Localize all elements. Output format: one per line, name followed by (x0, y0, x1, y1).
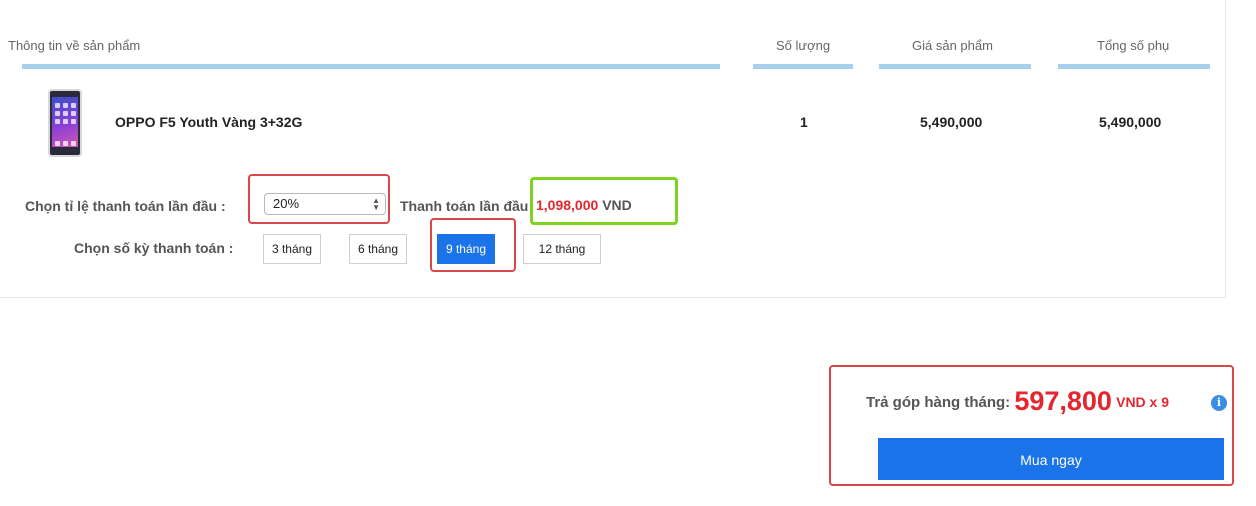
first-payment-label: Thanh toán lần đầu (400, 198, 529, 214)
header-bar-price (879, 64, 1031, 69)
product-table-card: Thông tin về sản phẩm Số lượng Giá sản p… (0, 0, 1226, 298)
product-name[interactable]: OPPO F5 Youth Vàng 3+32G (115, 114, 302, 130)
header-bar-quantity (753, 64, 853, 69)
highlight-selected-term (430, 218, 516, 272)
term-3-months[interactable]: 3 tháng (263, 234, 321, 264)
highlight-first-payment (530, 177, 678, 225)
terms-label: Chọn số kỳ thanh toán : (74, 240, 234, 256)
term-12-months[interactable]: 12 tháng (523, 234, 601, 264)
header-bar-total (1058, 64, 1210, 69)
down-payment-label: Chọn tỉ lệ thanh toán lần đầu : (25, 198, 226, 214)
highlight-down-payment (248, 174, 390, 224)
header-price: Giá sản phẩm (912, 38, 993, 53)
header-bar-product (22, 64, 720, 69)
header-quantity: Số lượng (776, 38, 831, 53)
product-subtotal: 5,490,000 (1099, 114, 1162, 130)
highlight-summary (829, 365, 1234, 486)
phone-screen-image (52, 97, 78, 147)
product-quantity: 1 (800, 114, 808, 130)
term-6-months[interactable]: 6 tháng (349, 234, 407, 264)
product-thumbnail[interactable] (48, 89, 82, 157)
header-product-info: Thông tin về sản phẩm (8, 38, 141, 53)
product-price: 5,490,000 (920, 114, 983, 130)
header-total: Tổng số phụ (1097, 38, 1170, 53)
